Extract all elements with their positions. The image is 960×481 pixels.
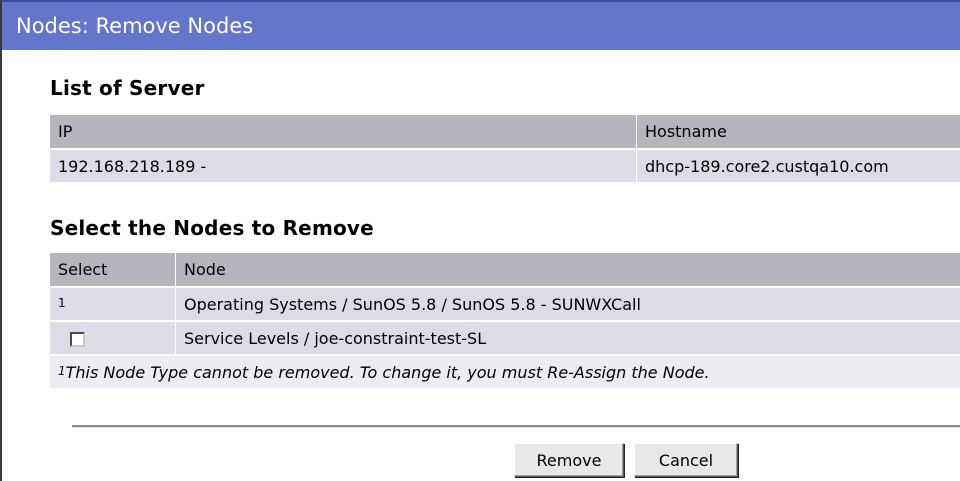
column-header-node: Node: [175, 253, 960, 288]
server-table: IP Hostname 192.168.218.189 - dhcp-189.c…: [50, 115, 960, 184]
footnote-cell: 1This Node Type cannot be removed. To ch…: [50, 355, 960, 390]
footnote-text: This Node Type cannot be removed. To cha…: [65, 362, 710, 382]
nodes-table-header: Select Node: [50, 253, 960, 288]
footnote-marker: 1: [58, 295, 66, 310]
node-path: Service Levels / joe-constraint-test-SL: [175, 321, 960, 356]
title-bar: Nodes: Remove Nodes: [2, 0, 960, 50]
table-row: 1 Operating Systems / SunOS 5.8 / SunOS …: [50, 287, 960, 322]
table-row: 192.168.218.189 - dhcp-189.core2.custqa1…: [50, 149, 960, 184]
server-list-heading: List of Server: [50, 76, 205, 100]
select-cell: 1: [50, 287, 176, 322]
server-hostname: dhcp-189.core2.custqa10.com: [636, 149, 960, 184]
server-ip: 192.168.218.189 -: [50, 149, 637, 184]
footnote-row: 1This Node Type cannot be removed. To ch…: [50, 355, 960, 390]
column-header-select: Select: [50, 253, 176, 288]
page-title: Nodes: Remove Nodes: [16, 14, 254, 38]
column-header-ip: IP: [50, 115, 637, 150]
nodes-heading: Select the Nodes to Remove: [50, 216, 374, 240]
dialog-frame: Nodes: Remove Nodes List of Server IP Ho…: [0, 0, 960, 481]
table-row: Service Levels / joe-constraint-test-SL: [50, 321, 960, 356]
remove-button[interactable]: Remove: [514, 443, 624, 477]
select-cell: [50, 321, 176, 356]
divider: [72, 425, 960, 428]
cancel-button[interactable]: Cancel: [634, 443, 738, 477]
node-path: Operating Systems / SunOS 5.8 / SunOS 5.…: [175, 287, 960, 322]
server-table-header: IP Hostname: [50, 115, 960, 150]
node-select-checkbox[interactable]: [70, 331, 85, 347]
nodes-table: Select Node 1 Operating Systems / SunOS …: [50, 253, 960, 390]
footnote-marker: 1: [58, 363, 66, 378]
column-header-hostname: Hostname: [636, 115, 960, 150]
